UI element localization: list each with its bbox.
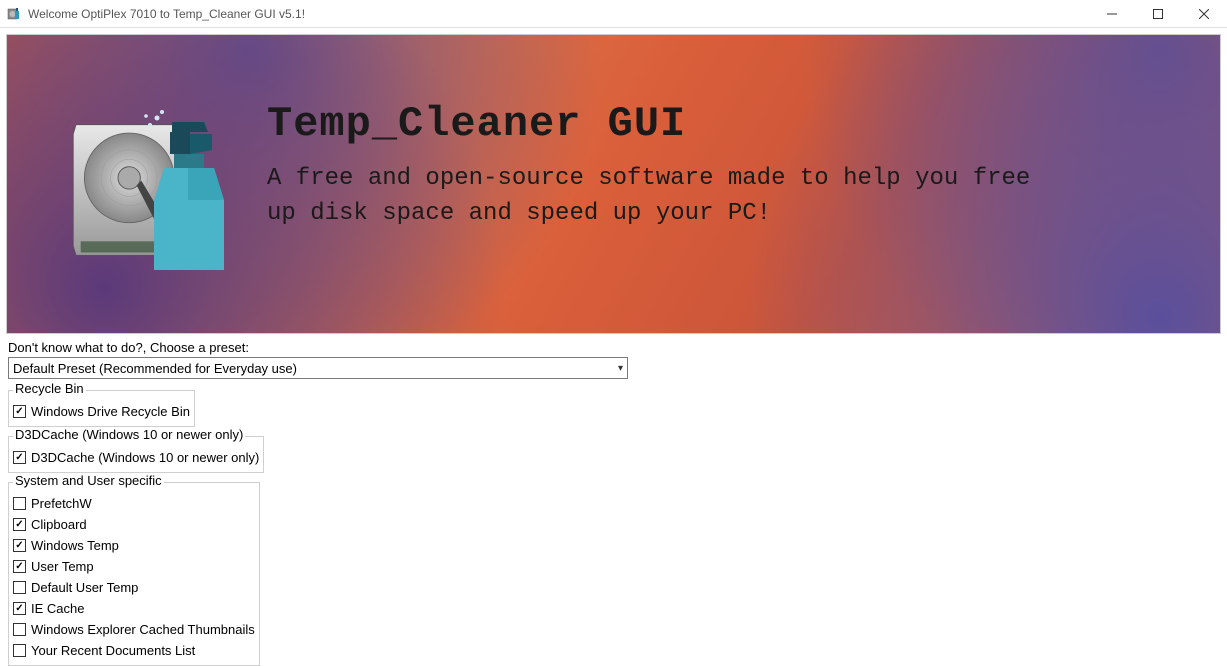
checkbox-label: D3DCache (Windows 10 or newer only) [31, 450, 259, 465]
window-titlebar: Welcome OptiPlex 7010 to Temp_Cleaner GU… [0, 0, 1227, 28]
checkbox[interactable] [13, 560, 26, 573]
preset-dropdown[interactable]: Default Preset (Recommended for Everyday… [8, 357, 628, 379]
chevron-down-icon: ▾ [618, 363, 623, 374]
checkbox-label: Windows Drive Recycle Bin [31, 404, 190, 419]
checkbox-row: IE Cache [13, 598, 255, 619]
option-group: Recycle Bin Windows Drive Recycle Bin [8, 383, 195, 427]
group-legend: Recycle Bin [13, 381, 86, 396]
checkbox[interactable] [13, 581, 26, 594]
checkbox-label: User Temp [31, 559, 94, 574]
preset-prompt-label: Don't know what to do?, Choose a preset: [8, 340, 1219, 355]
checkbox-row: Your Recent Documents List [13, 640, 255, 661]
checkbox-row: Clipboard [13, 514, 255, 535]
window-title: Welcome OptiPlex 7010 to Temp_Cleaner GU… [28, 7, 1089, 21]
window-controls [1089, 0, 1227, 28]
checkbox-label: Default User Temp [31, 580, 138, 595]
banner-subtitle: A free and open-source software made to … [267, 162, 1067, 232]
checkbox-label: Clipboard [31, 517, 87, 532]
option-group: System and User specific PrefetchW Clipboa… [8, 475, 260, 666]
main-content: Don't know what to do?, Choose a preset:… [0, 340, 1227, 666]
checkbox-label: PrefetchW [31, 496, 92, 511]
maximize-button[interactable] [1135, 0, 1181, 28]
checkbox[interactable] [13, 539, 26, 552]
app-logo-icon [67, 100, 227, 280]
checkbox-label: Your Recent Documents List [31, 643, 195, 658]
checkbox-row: User Temp [13, 556, 255, 577]
group-legend: D3DCache (Windows 10 or newer only) [13, 427, 245, 442]
checkbox-label: IE Cache [31, 601, 84, 616]
app-icon [6, 6, 22, 22]
checkbox-row: Windows Explorer Cached Thumbnails [13, 619, 255, 640]
close-button[interactable] [1181, 0, 1227, 28]
hero-banner: Temp_Cleaner GUI A free and open-source … [6, 34, 1221, 334]
checkbox[interactable] [13, 623, 26, 636]
checkbox[interactable] [13, 602, 26, 615]
checkbox-row: PrefetchW [13, 493, 255, 514]
preset-selected-value: Default Preset (Recommended for Everyday… [13, 361, 297, 376]
option-group: D3DCache (Windows 10 or newer only) D3DCa… [8, 429, 264, 473]
group-legend: System and User specific [13, 473, 164, 488]
checkbox-label: Windows Temp [31, 538, 119, 553]
banner-title: Temp_Cleaner GUI [267, 100, 1067, 148]
checkbox-label: Windows Explorer Cached Thumbnails [31, 622, 255, 637]
checkbox-row: Default User Temp [13, 577, 255, 598]
checkbox-row: Windows Temp [13, 535, 255, 556]
checkbox[interactable] [13, 518, 26, 531]
checkbox[interactable] [13, 405, 26, 418]
checkbox[interactable] [13, 451, 26, 464]
checkbox[interactable] [13, 644, 26, 657]
checkbox[interactable] [13, 497, 26, 510]
checkbox-row: Windows Drive Recycle Bin [13, 401, 190, 422]
checkbox-row: D3DCache (Windows 10 or newer only) [13, 447, 259, 468]
minimize-button[interactable] [1089, 0, 1135, 28]
